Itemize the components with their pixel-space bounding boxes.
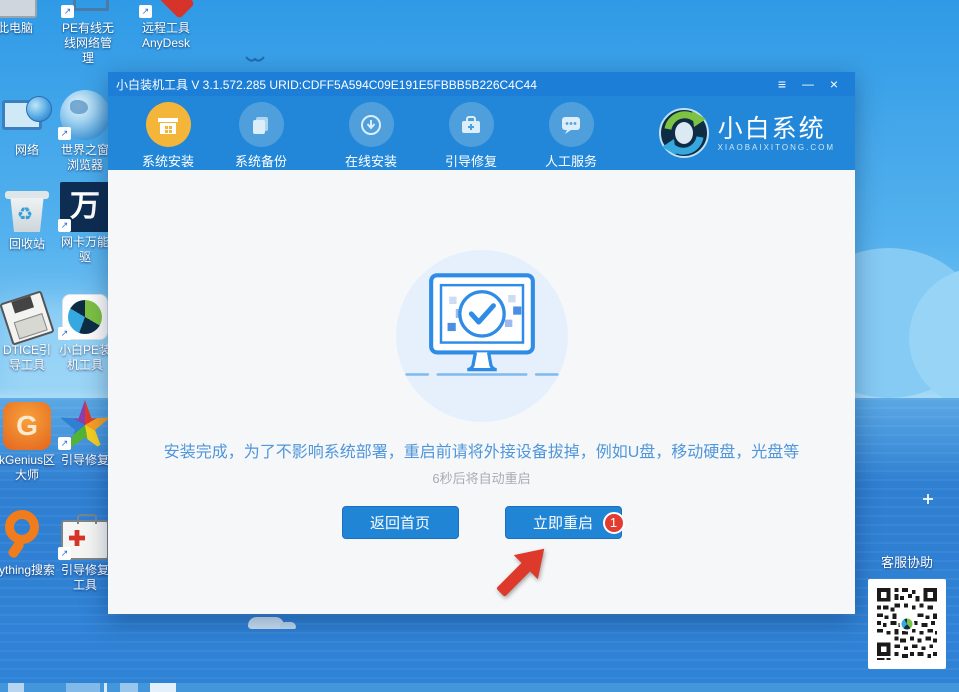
install-box-icon [146, 102, 191, 147]
desktop-icon-dtice[interactable]: DTICE引导工具 [0, 288, 56, 373]
qr-center-logo-icon [900, 617, 915, 632]
window-title: 小白装机工具 V 3.1.572.285 URID:CDFF5A594C09E1… [116, 76, 769, 93]
tab-label: 系统安装 [122, 151, 214, 170]
notification-badge: 1 [603, 512, 625, 534]
desktop-icon-label: 世界之窗浏览器 [56, 143, 114, 173]
sparkle [923, 494, 933, 504]
countdown-text: 6秒后将自动重启 [108, 468, 855, 487]
restart-button-label: 立即重启 [533, 515, 593, 532]
toolbox-icon: ↗ [56, 508, 114, 560]
support-title: 客服协助 [855, 552, 959, 571]
magnifier-icon [0, 508, 56, 560]
desktop-icon-label: 引导修复工具 [56, 563, 114, 593]
brand-name: 小白系统 [718, 115, 835, 143]
desktop-icon-pe-network[interactable]: ↗ PE有线无线网络管理 [59, 0, 117, 66]
window-content: 安装完成，为了不影响系统部署，重启前请将外接设备拔掉，例如U盘，移动硬盘，光盘等… [108, 170, 855, 614]
close-button[interactable]: × [821, 73, 847, 95]
minimize-button[interactable]: — [795, 73, 821, 95]
desktop-icon-label: 引导修复 [56, 453, 114, 468]
toolbox-icon [449, 102, 494, 147]
taskbar[interactable] [0, 683, 959, 692]
menu-button[interactable]: ≡ [769, 73, 795, 95]
desktop-icon-label: 回收站 [0, 237, 56, 252]
tab-online-install[interactable]: 在线安装 [325, 102, 417, 170]
app-window: 小白装机工具 V 3.1.572.285 URID:CDFF5A594C09E1… [108, 72, 855, 614]
seagull [245, 55, 265, 65]
monitor-check-icon [400, 268, 564, 404]
globe-browser-icon: ↗ [56, 88, 114, 140]
xiaobai-logo-icon [658, 107, 710, 159]
small-cloud [248, 617, 284, 629]
shortcut-arrow-icon: ↗ [58, 437, 71, 450]
recycle-bin-icon: ♻ [0, 182, 56, 234]
desktop-icon-xiaobai-pe[interactable]: ↗ 小白PE装机工具 [56, 288, 114, 373]
backup-copy-icon [239, 102, 284, 147]
tab-system-backup[interactable]: 系统备份 [215, 102, 307, 170]
desktop-icon-everything[interactable]: ything搜索 [0, 508, 56, 578]
desktop-icon-this-pc[interactable]: 此电脑 [0, 0, 44, 36]
shortcut-arrow-icon: ↗ [61, 5, 74, 18]
desktop-icon-label: kGenius区大师 [0, 453, 56, 483]
shortcut-arrow-icon: ↗ [58, 547, 71, 560]
shortcut-arrow-icon: ↗ [58, 327, 71, 340]
desktop-icon-boot-repair-tool[interactable]: ↗ 引导修复工具 [56, 508, 114, 593]
desktop-icon-label: 小白PE装机工具 [56, 343, 114, 373]
tab-human-service[interactable]: 人工服务 [525, 102, 617, 170]
desktop-icon-boot-repair[interactable]: ↗ 引导修复 [56, 398, 114, 468]
anydesk-icon: ↗ [137, 0, 195, 18]
nic-driver-icon: 万 ↗ [56, 180, 114, 232]
tab-label: 在线安装 [325, 151, 417, 170]
success-illustration [396, 250, 568, 422]
xiaobai-pe-icon: ↗ [56, 288, 114, 340]
chat-icon [549, 102, 594, 147]
desktop-icon-label: ything搜索 [0, 563, 56, 578]
desktop: 此电脑 ↗ PE有线无线网络管理 ↗ 远程工具 AnyDesk 网络 ↗ 世界之… [0, 0, 959, 692]
tab-label: 系统备份 [215, 151, 307, 170]
desktop-icon-label: 远程工具 AnyDesk [137, 21, 195, 51]
tab-boot-repair[interactable]: 引导修复 [425, 102, 517, 170]
tab-label: 引导修复 [425, 151, 517, 170]
floppy-disk-icon [0, 288, 56, 340]
pe-network-icon: ↗ [59, 0, 117, 18]
completion-message: 安装完成，为了不影响系统部署，重启前请将外接设备拔掉，例如U盘，移动硬盘，光盘等 [108, 438, 855, 462]
pinwheel-icon: ↗ [56, 398, 114, 450]
desktop-icon-diskgenius[interactable]: G kGenius区大师 [0, 398, 56, 483]
button-row: 返回首页 立即重启 1 [108, 506, 855, 539]
brand-domain: XIAOBAIXITONG.COM [718, 143, 835, 152]
desktop-icon-recycle-bin[interactable]: ♻ 回收站 [0, 182, 56, 252]
desktop-icon-label: 网络 [0, 143, 56, 158]
desktop-icon-label: PE有线无线网络管理 [59, 21, 117, 66]
desktop-icon-nic-driver[interactable]: 万 ↗ 网卡万能驱 [56, 180, 114, 265]
desktop-icon-anydesk[interactable]: ↗ 远程工具 AnyDesk [137, 0, 195, 51]
desktop-icon-label: DTICE引导工具 [0, 343, 56, 373]
diskgenius-icon: G [0, 398, 56, 450]
nav-bar: 系统安装 系统备份 在线安装 引导修复 [108, 96, 855, 170]
tab-system-install[interactable]: 系统安装 [122, 102, 214, 170]
red-arrow-cursor [491, 536, 555, 604]
titlebar[interactable]: 小白装机工具 V 3.1.572.285 URID:CDFF5A594C09E1… [108, 72, 855, 96]
desktop-icon-label: 网卡万能驱 [56, 235, 114, 265]
this-pc-icon [0, 0, 44, 18]
desktop-icon-label: 此电脑 [0, 21, 44, 36]
support-panel: 客服协助 [855, 552, 959, 669]
shortcut-arrow-icon: ↗ [139, 5, 152, 18]
back-home-button[interactable]: 返回首页 [342, 506, 459, 539]
brand-logo: 小白系统 XIAOBAIXITONG.COM [658, 107, 835, 159]
qr-code [868, 579, 946, 669]
desktop-icon-browser[interactable]: ↗ 世界之窗浏览器 [56, 88, 114, 173]
download-icon [349, 102, 394, 147]
shortcut-arrow-icon: ↗ [58, 127, 71, 140]
restart-now-button[interactable]: 立即重启 1 [505, 506, 622, 539]
network-icon [0, 88, 56, 140]
tab-label: 人工服务 [525, 151, 617, 170]
shortcut-arrow-icon: ↗ [58, 219, 71, 232]
desktop-icon-network[interactable]: 网络 [0, 88, 56, 158]
